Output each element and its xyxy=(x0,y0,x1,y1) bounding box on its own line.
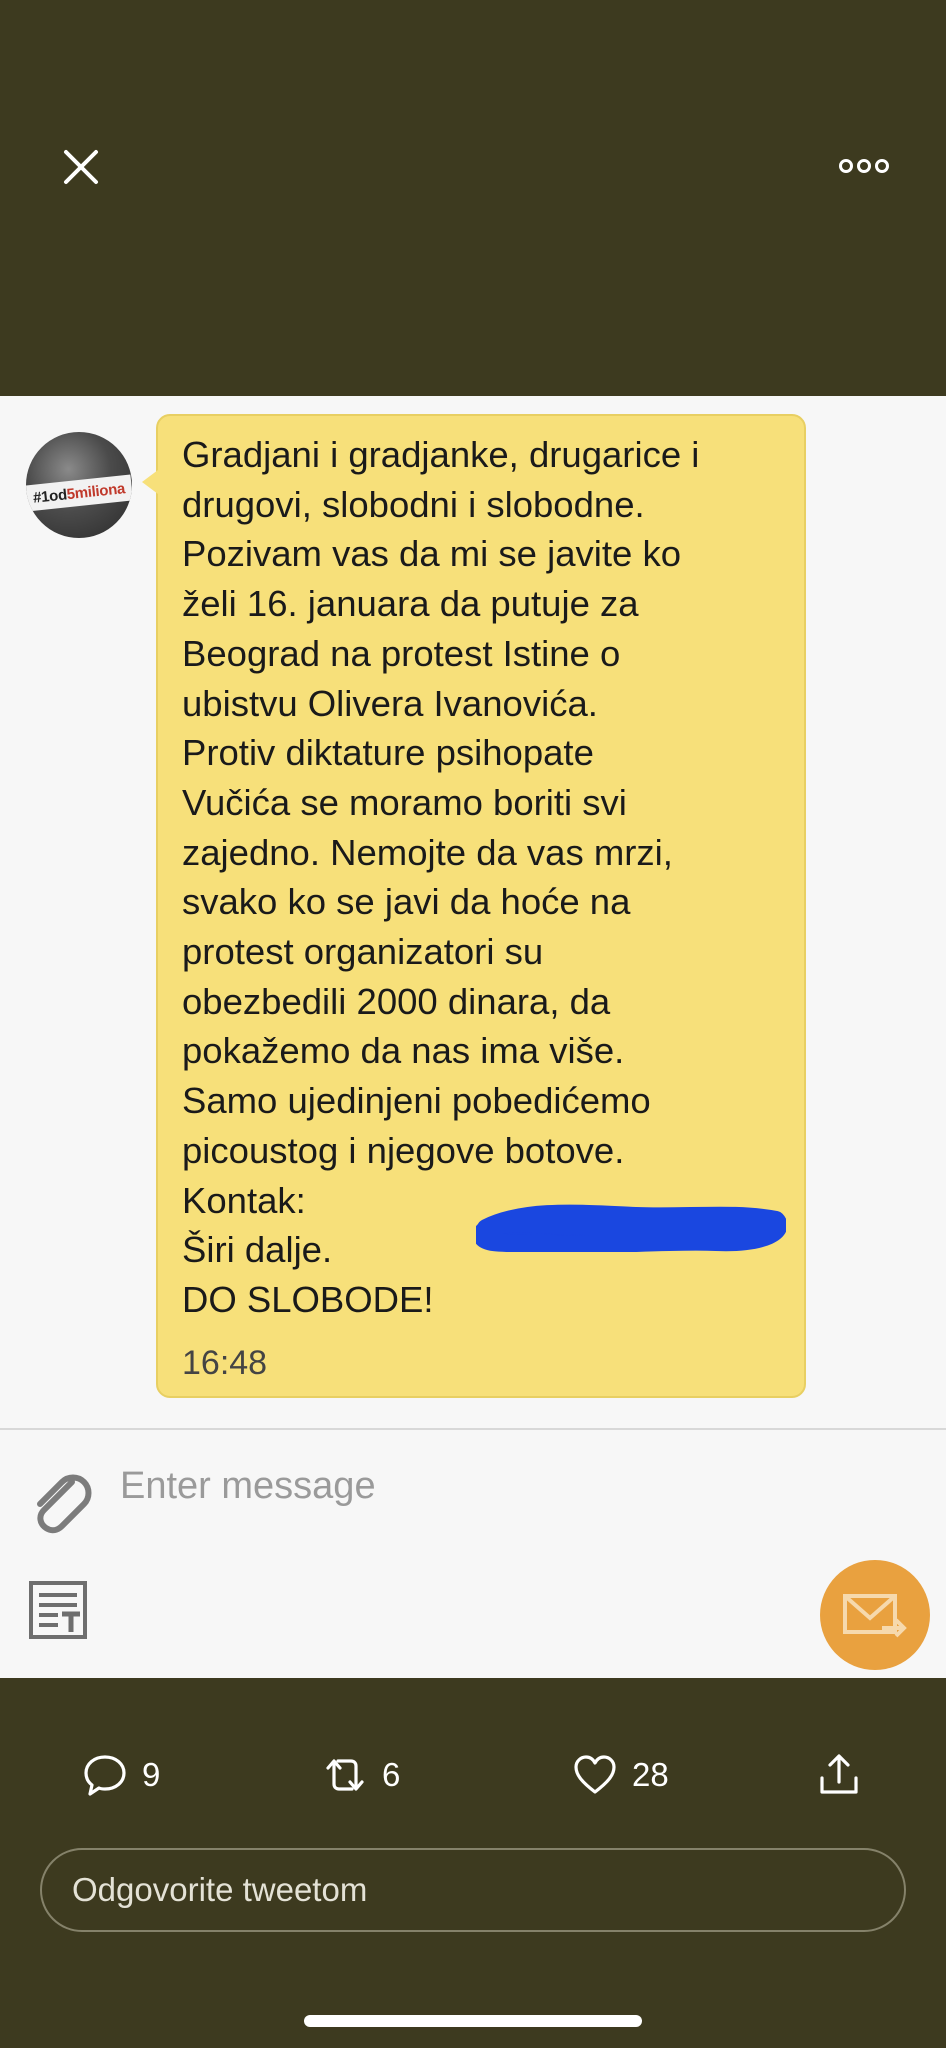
message-time: 16:48 xyxy=(182,1344,268,1382)
sender-avatar: #1od 5miliona xyxy=(26,432,132,538)
share-button[interactable] xyxy=(816,1740,862,1810)
message-text: Gradjani i gradjanke, drugarice i drugov… xyxy=(182,434,700,1320)
like-count: 28 xyxy=(632,1756,669,1793)
more-horizontal-icon xyxy=(839,159,889,173)
composer-divider xyxy=(0,1428,946,1430)
close-button[interactable] xyxy=(56,142,106,192)
reply-button[interactable]: 9 xyxy=(82,1740,160,1810)
reply-placeholder: Odgovorite tweetom xyxy=(72,1871,368,1908)
message-bubble: Gradjani i gradjanke, drugarice i drugov… xyxy=(142,414,806,1398)
retweet-icon xyxy=(326,1759,364,1791)
share-icon xyxy=(820,1754,858,1794)
send-mail-icon xyxy=(843,1594,907,1638)
avatar-banner-text: #1od 5miliona xyxy=(26,474,132,512)
text-template-icon[interactable] xyxy=(28,1580,88,1640)
send-message-button[interactable] xyxy=(820,1560,930,1670)
like-button[interactable]: 28 xyxy=(572,1740,669,1810)
retweet-button[interactable]: 6 xyxy=(322,1740,400,1810)
retweet-count: 6 xyxy=(382,1756,401,1793)
more-options-button[interactable] xyxy=(836,150,892,182)
tweet-actions-bar: 9 6 28 xyxy=(0,1740,946,1810)
home-indicator[interactable] xyxy=(304,2015,642,2027)
paperclip-icon[interactable] xyxy=(28,1464,92,1536)
comment-icon xyxy=(84,1755,126,1796)
close-icon xyxy=(64,150,98,184)
viewer-top-bar xyxy=(0,0,946,396)
message-input[interactable] xyxy=(120,1456,640,1516)
tweet-image-screenshot[interactable]: #1od 5miliona Gradjani i gradjanke, druga… xyxy=(0,396,946,1678)
redaction-scribble xyxy=(476,1204,786,1252)
reply-count: 9 xyxy=(142,1756,161,1793)
heart-icon xyxy=(574,1755,616,1794)
reply-input[interactable]: Odgovorite tweetom xyxy=(40,1848,906,1932)
